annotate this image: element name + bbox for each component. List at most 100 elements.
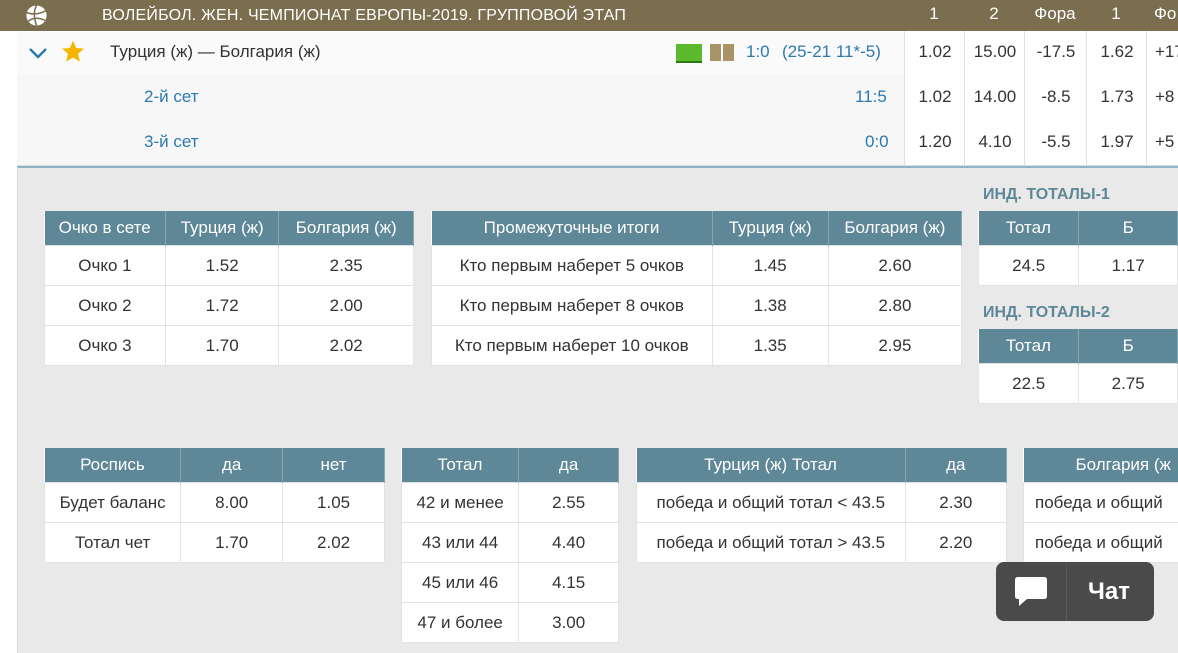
odd-cell[interactable]: 2.75 bbox=[1079, 364, 1178, 404]
odd-cell[interactable]: 1.05 bbox=[283, 483, 385, 523]
th: Турция (ж) bbox=[712, 211, 828, 246]
odd-cell[interactable]: 1.73 bbox=[1086, 74, 1147, 120]
odd-cell[interactable]: 2.02 bbox=[283, 523, 385, 563]
chevron-down-icon[interactable] bbox=[27, 43, 49, 63]
th: Турция (ж) Тотал bbox=[637, 448, 906, 483]
odd-cell[interactable]: 1.70 bbox=[181, 523, 283, 563]
odd-cell[interactable]: 2.30 bbox=[905, 483, 1006, 523]
total-value: 24.5 bbox=[979, 246, 1079, 286]
turkey-total-table: Турция (ж) Тотал да победа и общий тотал… bbox=[636, 448, 1007, 563]
row-label: Кто первым наберет 8 очков bbox=[432, 286, 713, 326]
intermediate-table: Промежуточные итоги Турция (ж) Болгария … bbox=[431, 211, 962, 366]
set-row[interactable]: 2-й сет 11:5 1.02 14.00 -8.5 1.73 +8 bbox=[17, 74, 1178, 121]
row-label: Очко 1 bbox=[45, 246, 166, 286]
th: да bbox=[181, 448, 283, 483]
row-label: 45 или 46 bbox=[402, 563, 519, 603]
odd-cell[interactable]: 3.00 bbox=[519, 603, 619, 643]
odd-cell[interactable]: +17 bbox=[1146, 31, 1178, 74]
match-row[interactable]: Турция (ж) — Болгария (ж) 1:0 (25-21 11*… bbox=[17, 31, 1178, 75]
odd-cell[interactable]: 2.02 bbox=[279, 326, 414, 366]
odd-cell[interactable]: 1.72 bbox=[165, 286, 279, 326]
odd-cell[interactable]: 1.35 bbox=[712, 326, 828, 366]
row-label: победа и общий bbox=[1024, 483, 1178, 523]
th: Болгария (ж bbox=[1024, 448, 1178, 483]
odd-cell[interactable]: 1.20 bbox=[904, 120, 965, 165]
chat-label: Чат bbox=[1088, 562, 1130, 621]
odd-cell[interactable]: 2.80 bbox=[828, 286, 961, 326]
th: Роспись bbox=[45, 448, 181, 483]
volleyball-icon bbox=[25, 4, 48, 27]
set-name[interactable]: 3-й сет bbox=[144, 120, 199, 164]
point-table: Очко в сете Турция (ж) Болгария (ж) Очко… bbox=[44, 211, 414, 366]
th: Тотал bbox=[979, 329, 1079, 364]
th: Турция (ж) bbox=[165, 211, 279, 246]
set-row[interactable]: 3-й сет 0:0 1.20 4.10 -5.5 1.97 +5 bbox=[17, 120, 1178, 166]
odd-cell[interactable]: 8.00 bbox=[181, 483, 283, 523]
odd-cell[interactable]: 1.38 bbox=[712, 286, 828, 326]
stats-icon-b bbox=[723, 44, 734, 61]
ind-totals-1-title: ИНД. ТОТАЛЫ-1 bbox=[983, 186, 1110, 204]
match-teams[interactable]: Турция (ж) — Болгария (ж) bbox=[110, 31, 321, 73]
rospis-table: Роспись да нет Будет баланс 8.00 1.05 То… bbox=[44, 448, 385, 563]
col-header-1b: 1 bbox=[1086, 0, 1146, 31]
odd-cell[interactable]: 1.62 bbox=[1086, 31, 1147, 74]
set-name[interactable]: 2-й сет bbox=[144, 74, 199, 119]
stats-icon-a bbox=[710, 44, 721, 61]
match-score: 1:0 bbox=[746, 31, 770, 73]
odd-cell[interactable]: -5.5 bbox=[1024, 120, 1087, 165]
th: да bbox=[519, 448, 619, 483]
odd-cell[interactable]: 15.00 bbox=[964, 31, 1025, 74]
odd-cell[interactable]: 2.20 bbox=[905, 523, 1006, 563]
odd-cell[interactable]: 4.15 bbox=[519, 563, 619, 603]
row-label: 43 или 44 bbox=[402, 523, 519, 563]
odd-cell[interactable]: 2.35 bbox=[279, 246, 414, 286]
th: Тотал bbox=[979, 211, 1079, 246]
set-score: 0:0 bbox=[865, 120, 889, 164]
league-title: ВОЛЕЙБОЛ. ЖЕН. ЧЕМПИОНАТ ЕВРОПЫ-2019. ГР… bbox=[102, 0, 626, 31]
row-label: победа и общий bbox=[1024, 523, 1178, 563]
league-header: ВОЛЕЙБОЛ. ЖЕН. ЧЕМПИОНАТ ЕВРОПЫ-2019. ГР… bbox=[0, 0, 1178, 31]
total-value: 22.5 bbox=[979, 364, 1079, 404]
total-table: Тотал да 42 и менее 2.55 43 или 44 4.40 … bbox=[401, 448, 619, 643]
odd-cell[interactable]: 1.02 bbox=[904, 31, 965, 74]
odd-cell[interactable]: 1.97 bbox=[1086, 120, 1147, 165]
tv-icon bbox=[676, 44, 702, 63]
chat-bubble-icon bbox=[1013, 573, 1049, 609]
chat-divider bbox=[1066, 562, 1067, 621]
th: Болгария (ж) bbox=[279, 211, 414, 246]
th: Болгария (ж) bbox=[828, 211, 961, 246]
col-header-fora: Фора bbox=[1024, 0, 1086, 31]
odd-cell[interactable]: -17.5 bbox=[1024, 31, 1087, 74]
odd-cell[interactable]: 1.45 bbox=[712, 246, 828, 286]
match-sets: (25-21 11*-5) bbox=[782, 31, 881, 73]
col-header-fora2: Фо bbox=[1146, 0, 1178, 31]
odd-cell[interactable]: 1.52 bbox=[165, 246, 279, 286]
th: Промежуточные итоги bbox=[432, 211, 713, 246]
odd-cell[interactable]: 1.02 bbox=[904, 74, 965, 120]
odd-cell[interactable]: 1.70 bbox=[165, 326, 279, 366]
col-header-2: 2 bbox=[964, 0, 1024, 31]
odd-cell[interactable]: 2.95 bbox=[828, 326, 961, 366]
th: Очко в сете bbox=[45, 211, 166, 246]
ind-totals-2-table: Тотал Б 22.5 2.75 bbox=[978, 329, 1178, 404]
odd-cell[interactable]: +8 bbox=[1146, 74, 1178, 120]
odd-cell[interactable]: 2.00 bbox=[279, 286, 414, 326]
odd-cell[interactable]: 14.00 bbox=[964, 74, 1025, 120]
row-label: 47 и более bbox=[402, 603, 519, 643]
odd-cell[interactable]: 4.40 bbox=[519, 523, 619, 563]
odd-cell[interactable]: 2.55 bbox=[519, 483, 619, 523]
row-label: победа и общий тотал > 43.5 bbox=[637, 523, 906, 563]
odd-cell[interactable]: 2.60 bbox=[828, 246, 961, 286]
row-label: Очко 3 bbox=[45, 326, 166, 366]
bulgaria-total-clip: Болгария (ж победа и общий победа и общи… bbox=[1023, 448, 1178, 564]
row-label: Очко 2 bbox=[45, 286, 166, 326]
star-icon[interactable] bbox=[60, 39, 86, 64]
chat-button[interactable]: Чат bbox=[996, 562, 1154, 621]
odd-cell[interactable]: 4.10 bbox=[964, 120, 1025, 165]
odd-cell[interactable]: 1.17 bbox=[1079, 246, 1178, 286]
odd-cell[interactable]: -8.5 bbox=[1024, 74, 1087, 120]
th: Б bbox=[1079, 211, 1178, 246]
row-label: Будет баланс bbox=[45, 483, 181, 523]
odd-cell[interactable]: +5 bbox=[1146, 120, 1178, 165]
th: да bbox=[905, 448, 1006, 483]
